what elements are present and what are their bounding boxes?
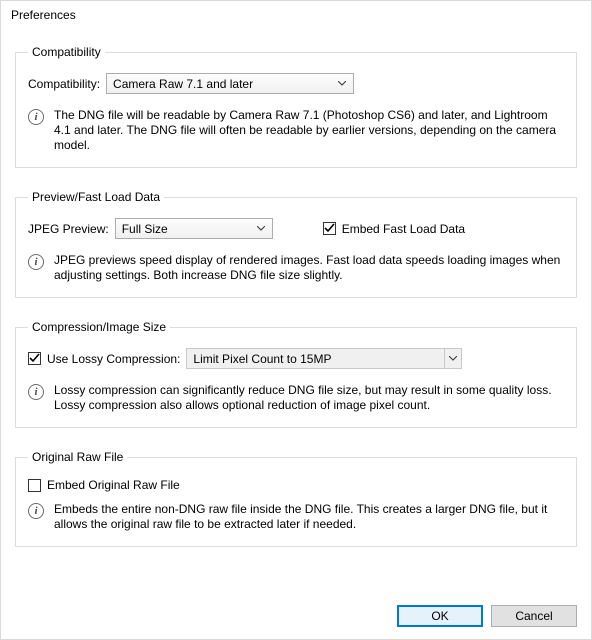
embed-fast-load-label: Embed Fast Load Data <box>342 222 465 236</box>
info-icon: i <box>28 503 44 519</box>
jpeg-preview-label: JPEG Preview: <box>28 222 109 236</box>
group-compatibility-legend: Compatibility <box>28 45 105 59</box>
group-preview: Preview/Fast Load Data JPEG Preview: Ful… <box>15 190 577 298</box>
cancel-button[interactable]: Cancel <box>491 605 577 627</box>
info-icon: i <box>28 384 44 400</box>
use-lossy-label: Use Lossy Compression: <box>47 352 180 366</box>
compression-info: Lossy compression can significantly redu… <box>54 383 564 413</box>
ok-button[interactable]: OK <box>397 605 483 627</box>
compatibility-info: The DNG file will be readable by Camera … <box>54 108 564 153</box>
compatibility-select[interactable]: Camera Raw 7.1 and later <box>106 73 354 94</box>
embed-original-label: Embed Original Raw File <box>47 478 180 492</box>
group-compression: Compression/Image Size Use Lossy Compres… <box>15 320 577 428</box>
checkmark-icon <box>324 223 335 234</box>
preview-info: JPEG previews speed display of rendered … <box>54 253 564 283</box>
preferences-window: Preferences Compatibility Compatibility:… <box>0 0 592 640</box>
compatibility-label: Compatibility: <box>28 77 100 91</box>
checkmark-icon <box>29 353 40 364</box>
compatibility-select-value: Camera Raw 7.1 and later <box>113 77 253 91</box>
content-area: Compatibility Compatibility: Camera Raw … <box>1 29 591 605</box>
info-icon: i <box>28 109 44 125</box>
jpeg-preview-select-value: Full Size <box>122 222 168 236</box>
titlebar: Preferences <box>1 1 591 29</box>
group-original: Original Raw File Embed Original Raw Fil… <box>15 450 577 547</box>
info-icon: i <box>28 254 44 270</box>
embed-fast-load-checkbox[interactable]: Embed Fast Load Data <box>323 222 465 236</box>
lossy-limit-select-value: Limit Pixel Count to 15MP <box>193 352 331 366</box>
use-lossy-checkbox[interactable]: Use Lossy Compression: <box>28 352 180 366</box>
window-title: Preferences <box>11 8 76 22</box>
jpeg-preview-select[interactable]: Full Size <box>115 218 273 239</box>
group-preview-legend: Preview/Fast Load Data <box>28 190 164 204</box>
chevron-down-icon <box>444 349 461 368</box>
group-compression-legend: Compression/Image Size <box>28 320 170 334</box>
original-info: Embeds the entire non-DNG raw file insid… <box>54 502 564 532</box>
chevron-down-icon <box>254 226 268 231</box>
lossy-limit-select[interactable]: Limit Pixel Count to 15MP <box>186 348 462 369</box>
dialog-buttons: OK Cancel <box>1 605 591 639</box>
group-original-legend: Original Raw File <box>28 450 127 464</box>
embed-original-checkbox[interactable]: Embed Original Raw File <box>28 478 180 492</box>
group-compatibility: Compatibility Compatibility: Camera Raw … <box>15 45 577 168</box>
chevron-down-icon <box>335 81 349 86</box>
